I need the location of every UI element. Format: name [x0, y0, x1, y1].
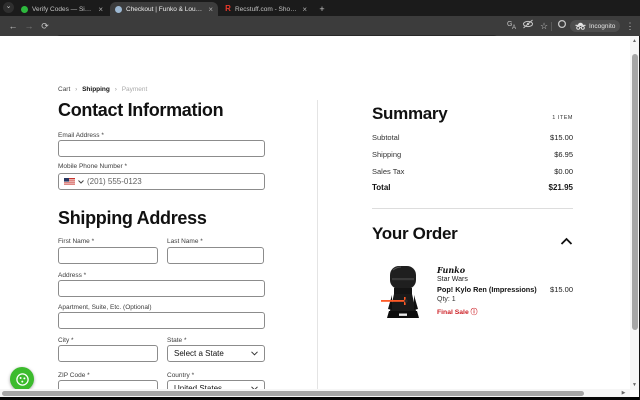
- chevron-up-icon: [560, 237, 573, 245]
- translate-icon[interactable]: G A: [505, 19, 519, 33]
- recstuff-favicon: R: [225, 4, 231, 13]
- us-flag-icon: [64, 178, 75, 185]
- collapse-order-button[interactable]: [560, 233, 573, 245]
- summary-row-salestax: Sales Tax $0.00: [372, 167, 573, 176]
- address-input[interactable]: [58, 280, 265, 297]
- first-name-input[interactable]: [58, 247, 158, 264]
- address-label: Address *: [58, 272, 87, 279]
- city-input[interactable]: [58, 345, 158, 362]
- city-label: City *: [58, 337, 74, 344]
- close-icon[interactable]: ×: [208, 5, 213, 14]
- state-label: State *: [167, 337, 187, 344]
- product-image: [381, 266, 419, 318]
- summary-row-subtotal: Subtotal $15.00: [372, 133, 573, 142]
- svg-text:A: A: [512, 25, 516, 30]
- row-value: $15.00: [550, 133, 573, 142]
- bookmark-star-icon[interactable]: ☆: [537, 19, 551, 33]
- chevron-down-icon: [251, 351, 258, 356]
- last-name-input[interactable]: [167, 247, 264, 264]
- apartment-label: Apartment, Suite, Etc. (Optional): [58, 304, 152, 311]
- email-input[interactable]: [58, 140, 265, 157]
- row-value: $0.00: [554, 167, 573, 176]
- close-icon[interactable]: ×: [98, 5, 103, 14]
- product-series: Star Wars: [437, 276, 468, 283]
- forward-icon[interactable]: →: [22, 19, 36, 33]
- phone-field[interactable]: [58, 173, 265, 190]
- reload-icon[interactable]: ⟳: [38, 19, 52, 33]
- total-label: Total: [372, 183, 391, 192]
- browser-window: ⌄ Verify Codes — SimplyCodes × Checkout …: [0, 0, 640, 400]
- tab-title: Recstuff.com - Shopping Cart: [234, 5, 299, 13]
- product-qty: Qty: 1: [437, 296, 456, 303]
- shipping-address-title: Shipping Address: [58, 208, 207, 228]
- breadcrumb-shipping[interactable]: Shipping: [82, 86, 110, 93]
- breadcrumb-payment: Payment: [121, 86, 148, 93]
- item-count: 1 ITEM: [552, 115, 573, 121]
- state-select[interactable]: Select a State: [167, 345, 265, 362]
- new-tab-button[interactable]: +: [316, 3, 328, 15]
- contact-information-title: Contact Information: [58, 100, 224, 120]
- tab-simplycodes[interactable]: Verify Codes — SimplyCodes ×: [16, 2, 108, 16]
- tab-recstuff-cart[interactable]: R Recstuff.com - Shopping Cart ×: [220, 2, 312, 16]
- tab-search-icon[interactable]: ⌄: [3, 2, 14, 13]
- final-sale-label: Final Sale: [437, 309, 469, 316]
- total-value: $21.95: [548, 183, 573, 192]
- breadcrumb-cart[interactable]: Cart: [58, 86, 70, 93]
- scroll-right-arrow[interactable]: ▶: [619, 389, 628, 397]
- column-divider: [317, 100, 318, 400]
- chevron-down-icon[interactable]: [78, 179, 84, 184]
- summary-row-shipping: Shipping $6.95: [372, 150, 573, 159]
- summary-title: Summary: [372, 104, 448, 123]
- breadcrumb-separator: ›: [114, 86, 117, 93]
- browser-toolbar: ← → ⟳ funko.com/checkout/?stage=shipping…: [0, 16, 640, 49]
- simplycodes-favicon: [21, 5, 28, 13]
- product-price: $15.00: [550, 285, 573, 294]
- row-value: $6.95: [554, 150, 573, 159]
- tab-bar: ⌄ Verify Codes — SimplyCodes × Checkout …: [0, 0, 640, 16]
- simplycodes-extension-button[interactable]: [10, 367, 34, 391]
- eye-off-icon[interactable]: [521, 19, 535, 33]
- zip-label: ZIP Code *: [58, 372, 90, 379]
- horizontal-scrollbar-thumb[interactable]: [2, 390, 584, 396]
- back-icon[interactable]: ←: [6, 19, 20, 33]
- menu-dots-icon[interactable]: ⋮: [623, 19, 637, 33]
- phone-label: Mobile Phone Number *: [58, 163, 128, 170]
- tab-title: Verify Codes — SimplyCodes: [32, 5, 95, 13]
- breadcrumb-separator: ›: [75, 86, 78, 93]
- tab-funko-checkout[interactable]: Checkout | Funko & Loungefly ×: [110, 2, 218, 16]
- row-label: Shipping: [372, 150, 402, 159]
- toolbar-divider: [551, 22, 552, 31]
- tab-title: Checkout | Funko & Loungefly: [126, 5, 205, 13]
- country-label: Country *: [167, 372, 195, 379]
- summary-row-total: Total $21.95: [372, 183, 573, 192]
- first-name-label: First Name *: [58, 238, 95, 245]
- scroll-down-arrow[interactable]: ▼: [630, 381, 639, 390]
- breadcrumb: Cart › Shipping › Payment: [58, 86, 147, 93]
- your-order-title: Your Order: [372, 224, 458, 243]
- apartment-input[interactable]: [58, 312, 265, 329]
- incognito-badge: Incognito: [570, 20, 621, 32]
- funko-favicon: [115, 5, 122, 13]
- row-label: Sales Tax: [372, 167, 405, 176]
- cookie-icon: [15, 372, 29, 386]
- close-icon[interactable]: ×: [302, 5, 307, 14]
- checkout-page: Cart › Shipping › Payment Contact Inform…: [0, 36, 630, 400]
- final-sale-badge: Final Sale ⓘ: [437, 306, 477, 316]
- extension-icon[interactable]: [555, 19, 569, 33]
- last-name-label: Last Name *: [167, 238, 203, 245]
- info-icon[interactable]: ⓘ: [471, 309, 478, 316]
- row-label: Subtotal: [372, 133, 400, 142]
- phone-input[interactable]: [87, 177, 259, 186]
- section-divider: [372, 208, 573, 209]
- email-label: Email Address *: [58, 132, 104, 139]
- vertical-scrollbar-thumb[interactable]: [631, 54, 638, 330]
- scroll-up-arrow[interactable]: ▲: [630, 37, 639, 46]
- funko-brand-logo: Funko: [437, 265, 466, 275]
- incognito-icon: [575, 22, 586, 30]
- incognito-label: Incognito: [589, 22, 616, 30]
- state-value: Select a State: [174, 349, 224, 358]
